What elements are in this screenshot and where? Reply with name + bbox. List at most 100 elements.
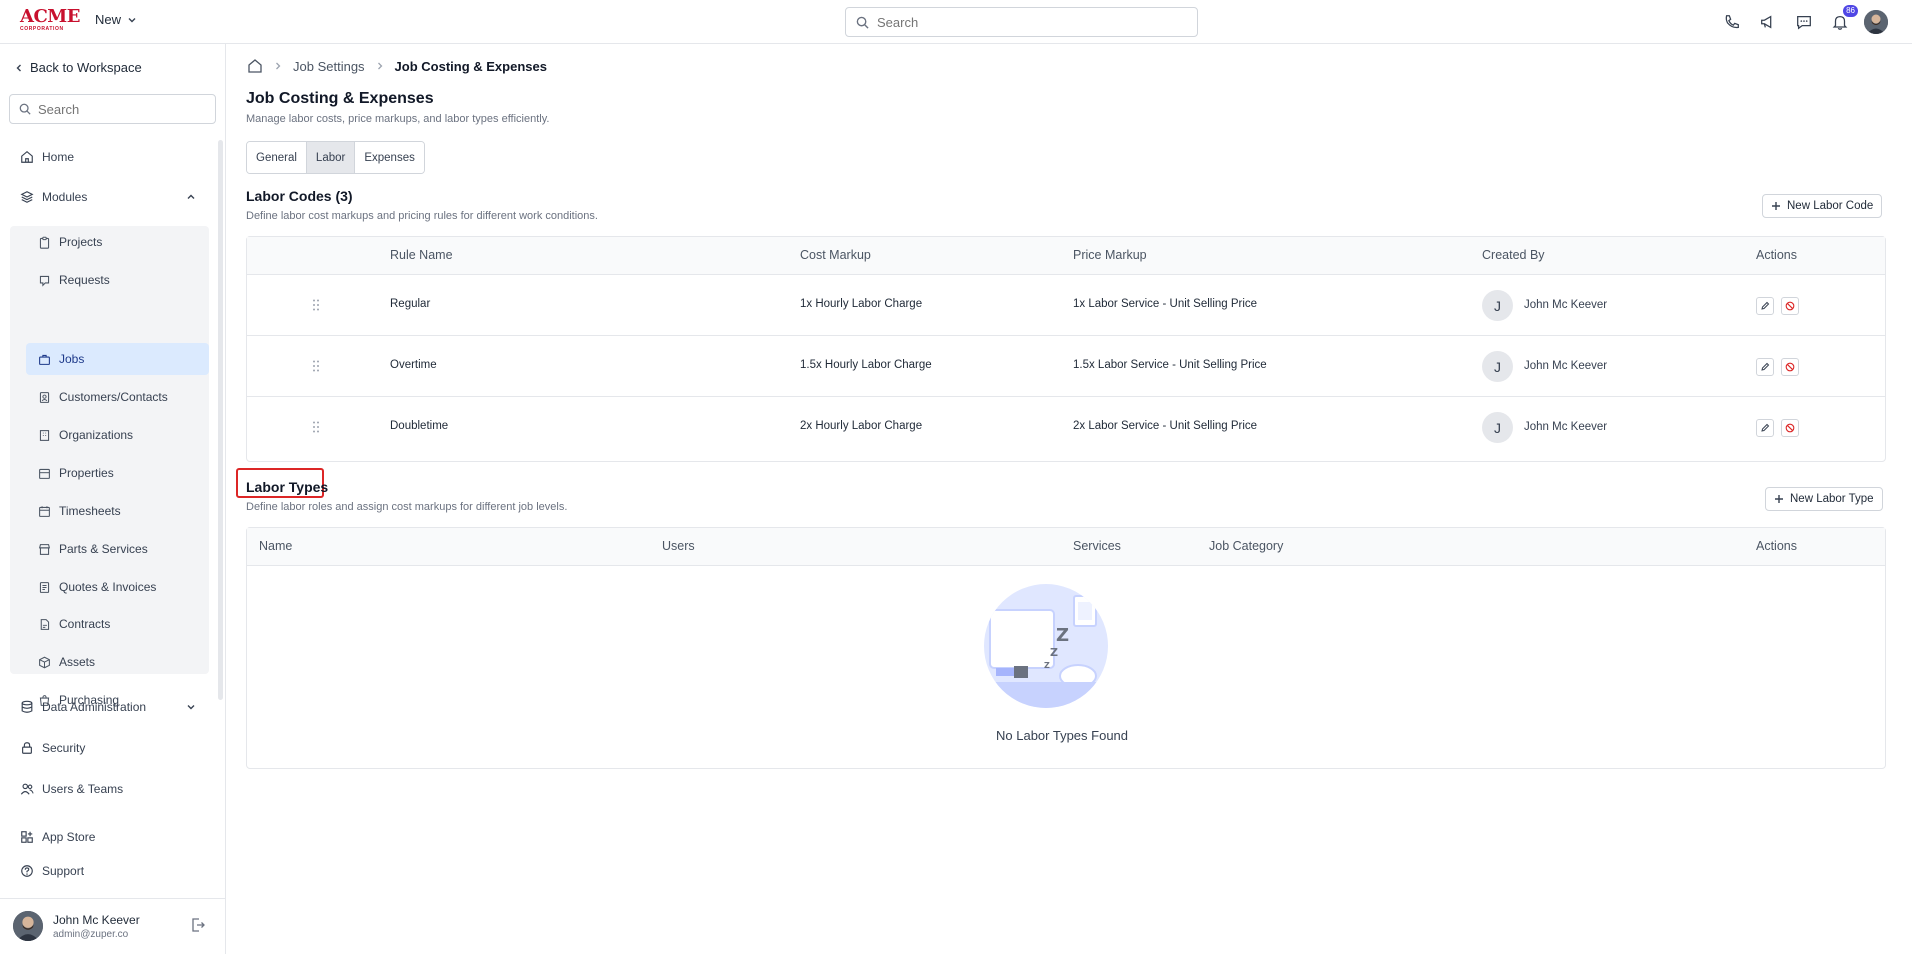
sidebar-item-label: Data Administration (42, 700, 147, 714)
table-row: Overtime 1.5x Hourly Labor Charge 1.5x L… (247, 336, 1885, 397)
logout-icon[interactable] (190, 917, 206, 938)
disable-button[interactable] (1781, 297, 1799, 315)
sidebar-search[interactable] (9, 94, 216, 124)
phone-icon[interactable] (1720, 10, 1744, 34)
labor-types-subtitle: Define labor roles and assign cost marku… (246, 501, 568, 513)
sidebar-item-requests[interactable]: Requests (26, 264, 209, 296)
home-icon[interactable] (247, 58, 263, 74)
sidebar-item-label: Properties (59, 466, 114, 480)
pencil-icon (1761, 301, 1770, 310)
sidebar-item-contracts[interactable]: Contracts (26, 608, 209, 640)
tab-general[interactable]: General (247, 142, 307, 173)
sidebar-item-label: Support (42, 864, 85, 878)
avatar[interactable] (13, 911, 43, 941)
tab-expenses[interactable]: Expenses (355, 142, 424, 173)
sidebar-item-support[interactable]: Support (20, 861, 84, 881)
sidebar-item-data-administration[interactable]: Data Administration (20, 697, 200, 717)
search-icon (856, 16, 869, 29)
sidebar-item-label: App Store (42, 830, 96, 844)
sidebar-item-label: Timesheets (59, 504, 121, 518)
box-icon (39, 656, 50, 668)
notification-bell-icon[interactable]: 86 (1828, 5, 1858, 34)
ban-icon (1785, 362, 1795, 372)
drag-handle-icon[interactable] (311, 420, 321, 434)
sidebar-item-label: Parts & Services (59, 542, 148, 556)
edit-button[interactable] (1756, 358, 1774, 376)
sidebar-item-assets[interactable]: Assets (26, 646, 209, 678)
calendar-icon (39, 505, 50, 517)
breadcrumb-job-settings[interactable]: Job Settings (293, 59, 365, 74)
button-label: New Labor Code (1787, 200, 1874, 212)
sidebar-search-input[interactable] (38, 101, 208, 117)
sidebar-item-organizations[interactable]: Organizations (26, 419, 209, 451)
edit-button[interactable] (1756, 297, 1774, 315)
sidebar-item-customers-contacts[interactable]: Customers/Contacts (26, 381, 209, 413)
sidebar-item-properties[interactable]: Properties (26, 457, 209, 489)
sidebar-item-app-store[interactable]: App Store (20, 827, 95, 847)
drag-handle-icon[interactable] (311, 298, 321, 312)
pencil-icon (1761, 423, 1770, 432)
sidebar-item-projects[interactable]: Projects (26, 226, 209, 258)
sidebar-item-label: Home (42, 150, 75, 164)
global-search[interactable] (845, 7, 1198, 37)
edit-button[interactable] (1756, 419, 1774, 437)
megaphone-icon[interactable] (1756, 10, 1780, 34)
sidebar-item-label: Security (42, 741, 86, 755)
new-labor-code-button[interactable]: New Labor Code (1762, 194, 1883, 218)
cost-markup: 1.5x Hourly Labor Charge (800, 359, 932, 371)
column-actions: Actions (1756, 539, 1797, 553)
sidebar-item-label: Assets (59, 655, 96, 669)
home-icon (21, 151, 33, 163)
sidebar-item-security[interactable]: Security (20, 738, 85, 758)
disable-button[interactable] (1781, 419, 1799, 437)
sidebar-item-home[interactable]: Home (20, 147, 74, 167)
chevron-down-icon[interactable] (186, 702, 196, 712)
cost-markup: 2x Hourly Labor Charge (800, 420, 923, 432)
sidebar-item-quotes-invoices[interactable]: Quotes & Invoices (26, 571, 209, 603)
sidebar-item-parts-services[interactable]: Parts & Services (26, 533, 209, 565)
store-icon (38, 543, 51, 555)
rule-name: Doubletime (390, 420, 449, 432)
drag-handle-icon[interactable] (311, 359, 321, 373)
clipboard-icon (39, 236, 50, 249)
request-icon (39, 275, 50, 287)
database-icon (21, 700, 33, 713)
column-price-markup[interactable]: Price Markup (1073, 248, 1147, 262)
chevron-up-icon[interactable] (186, 192, 196, 202)
main-content: Job Settings Job Costing & Expenses Job … (227, 44, 1912, 954)
disable-button[interactable] (1781, 358, 1799, 376)
pencil-icon (1761, 362, 1770, 371)
column-services[interactable]: Services (1073, 539, 1121, 553)
created-by-name: John Mc Keever (1524, 299, 1608, 311)
acme-logo[interactable]: ACME CORPORATION (20, 6, 80, 33)
sidebar-item-jobs[interactable]: Jobs (26, 343, 209, 375)
plus-icon (1775, 495, 1783, 503)
chat-icon[interactable] (1792, 10, 1816, 34)
column-cost-markup[interactable]: Cost Markup (800, 248, 871, 262)
top-bar: ACME CORPORATION New 86 (0, 0, 1912, 44)
column-users[interactable]: Users (662, 539, 695, 553)
sidebar-item-users-teams[interactable]: Users & Teams (20, 779, 123, 799)
sidebar-item-modules[interactable]: Modules (20, 187, 200, 207)
column-name[interactable]: Name (259, 539, 292, 553)
new-label: New (95, 12, 122, 27)
layers-icon (20, 191, 34, 203)
briefcase-icon (39, 354, 50, 365)
column-job-category[interactable]: Job Category (1209, 539, 1283, 553)
plus-icon (1772, 202, 1780, 210)
sidebar-item-timesheets[interactable]: Timesheets (26, 495, 209, 527)
column-created-by[interactable]: Created By (1482, 248, 1545, 262)
column-rule-name[interactable]: Rule Name (390, 248, 453, 262)
back-to-workspace-link[interactable]: Back to Workspace (14, 60, 142, 75)
svg-text:Z: Z (1044, 661, 1050, 670)
logo-text: ACME (20, 6, 80, 27)
empty-state-text: No Labor Types Found (996, 728, 1129, 743)
property-icon (39, 468, 50, 479)
sidebar-scrollbar[interactable] (218, 140, 223, 700)
new-labor-type-button[interactable]: New Labor Type (1765, 487, 1883, 511)
sidebar-item-label: Jobs (59, 352, 85, 366)
user-avatar-top[interactable] (1864, 10, 1888, 34)
tab-labor[interactable]: Labor (306, 142, 356, 173)
global-search-input[interactable] (877, 14, 1177, 30)
new-dropdown-button[interactable]: New (95, 12, 137, 27)
